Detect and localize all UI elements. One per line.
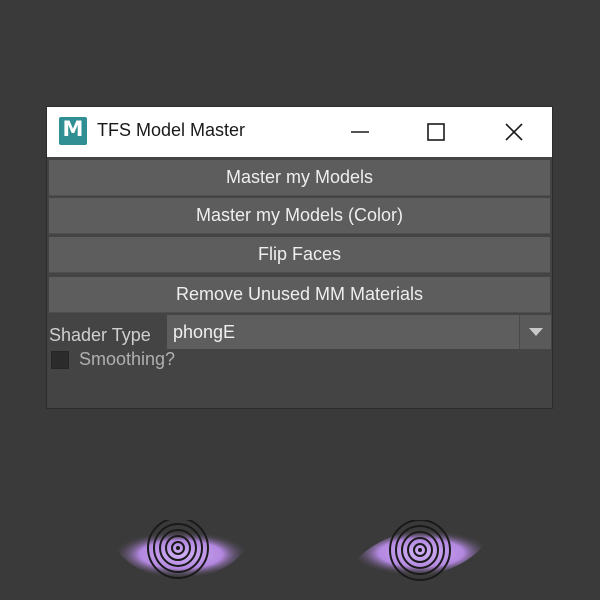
maya-logo-icon: M (59, 117, 87, 145)
remove-unused-materials-button[interactable]: Remove Unused MM Materials (49, 277, 550, 313)
model-master-window: M TFS Model Master Master my Models Mast… (46, 106, 553, 409)
maximize-button[interactable] (413, 107, 459, 157)
minimize-button[interactable] (337, 107, 383, 157)
close-button[interactable] (491, 107, 537, 157)
smoothing-label: Smoothing? (79, 349, 176, 369)
window-title: TFS Model Master (97, 120, 246, 140)
maximize-icon (427, 123, 445, 141)
master-models-button[interactable]: Master my Models (49, 160, 550, 196)
shader-type-label: Shader Type (49, 324, 151, 345)
right-eye (350, 520, 492, 581)
shader-dropdown-toggle[interactable] (519, 315, 551, 349)
close-icon (505, 123, 523, 141)
app-icon-letter: M (62, 117, 84, 141)
shader-type-dropdown[interactable]: phongE (167, 315, 519, 349)
smoothing-checkbox[interactable] (51, 351, 69, 369)
master-models-color-button[interactable]: Master my Models (Color) (49, 198, 550, 234)
title-bar[interactable]: M TFS Model Master (47, 107, 552, 157)
shader-type-value: phongE (173, 321, 236, 342)
minimize-icon (351, 131, 369, 133)
chevron-down-icon (528, 328, 543, 336)
eyes-decoration (112, 520, 492, 581)
flip-faces-button[interactable]: Flip Faces (49, 237, 550, 273)
left-eye (112, 520, 250, 579)
